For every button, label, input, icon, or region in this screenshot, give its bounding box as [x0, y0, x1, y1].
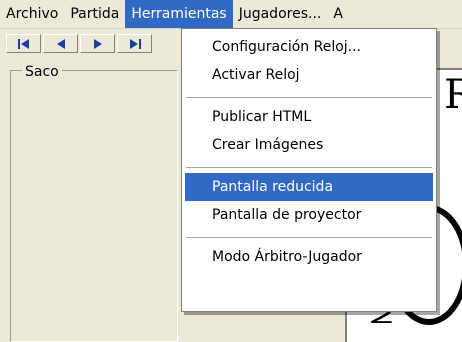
- menu-separator: [186, 97, 432, 98]
- board-letter: R: [444, 74, 462, 116]
- menu-truncated[interactable]: A: [327, 0, 349, 28]
- menu-item-pantalla-proyector[interactable]: Pantalla de proyector: [185, 201, 433, 229]
- menu-archivo[interactable]: Archivo: [0, 0, 64, 28]
- menu-separator: [186, 237, 432, 238]
- menu-separator: [186, 167, 432, 168]
- navigation-toolbar: [6, 34, 171, 56]
- menu-item-activar-reloj[interactable]: Activar Reloj: [185, 61, 433, 89]
- previous-icon: [56, 38, 65, 49]
- first-button[interactable]: [6, 34, 41, 53]
- previous-button[interactable]: [43, 34, 78, 53]
- menu-bar: Archivo Partida Herramientas Jugadores..…: [0, 0, 462, 29]
- herramientas-dropdown: Configuración Reloj... Activar Reloj Pub…: [181, 28, 437, 312]
- saco-label: Saco: [22, 64, 62, 80]
- menu-item-publicar-html[interactable]: Publicar HTML: [185, 103, 433, 131]
- menu-item-crear-imagenes[interactable]: Crear Imágenes: [185, 131, 433, 159]
- menu-item-pantalla-reducida[interactable]: Pantalla reducida: [185, 173, 433, 201]
- saco-group: [10, 70, 178, 342]
- menu-partida[interactable]: Partida: [64, 0, 125, 28]
- last-button[interactable]: [117, 34, 152, 53]
- skip-last-icon: [129, 38, 141, 49]
- menu-item-configuracion-reloj[interactable]: Configuración Reloj...: [185, 33, 433, 61]
- skip-first-icon: [17, 38, 29, 49]
- next-button[interactable]: [80, 34, 115, 53]
- menu-herramientas[interactable]: Herramientas: [125, 0, 233, 28]
- menu-jugadores[interactable]: Jugadores...: [233, 0, 328, 28]
- menu-item-modo-arbitro-jugador[interactable]: Modo Árbitro-Jugador: [185, 243, 433, 271]
- next-icon: [93, 38, 102, 49]
